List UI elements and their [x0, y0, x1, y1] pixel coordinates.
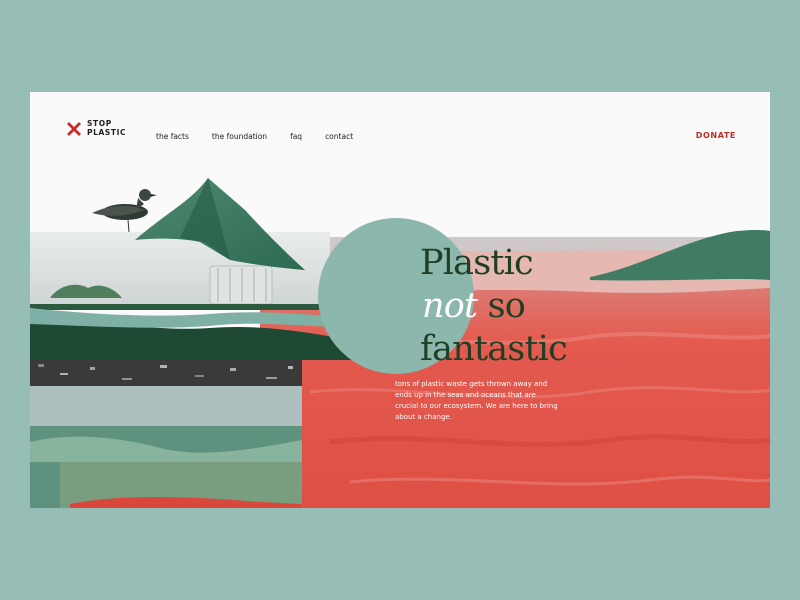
speckled-strip [30, 360, 302, 386]
hero-title-line-3: fantastic [420, 329, 568, 369]
hero-description: tons of plastic waste gets thrown away a… [395, 380, 558, 421]
hero-title-italic-word: not [422, 286, 478, 326]
main-nav: the facts the foundation faq contact [156, 132, 376, 141]
hero-title-word-so: so [487, 286, 526, 326]
gull-beak [150, 194, 157, 197]
collage-artwork [30, 178, 770, 508]
gull-head [139, 189, 151, 201]
nav-item-the-facts[interactable]: the facts [156, 132, 189, 141]
donate-button[interactable]: DONATE [696, 131, 736, 140]
bottle-cap-rings [209, 265, 273, 305]
nav-item-faq[interactable]: faq [290, 132, 302, 141]
green-ledge [30, 304, 330, 310]
hero-frame: STOP PLASTIC the facts the foundation fa… [30, 92, 770, 508]
brand-line-2: PLASTIC [87, 127, 127, 137]
nav-item-the-foundation[interactable]: the foundation [212, 132, 267, 141]
x-cross-icon [67, 121, 81, 136]
hero-title: Plastic not so fantastic [420, 242, 568, 371]
hero-title-line-2: not so [420, 285, 567, 328]
gull-leg [127, 219, 130, 233]
seagull-illustration [92, 189, 157, 233]
hero-title-line-1: Plastic [420, 243, 534, 283]
nav-item-contact[interactable]: contact [325, 132, 353, 141]
grey-strip [30, 386, 302, 426]
brand-logo[interactable]: STOP PLASTIC [66, 119, 127, 137]
brand-wordmark: STOP PLASTIC [87, 119, 127, 137]
